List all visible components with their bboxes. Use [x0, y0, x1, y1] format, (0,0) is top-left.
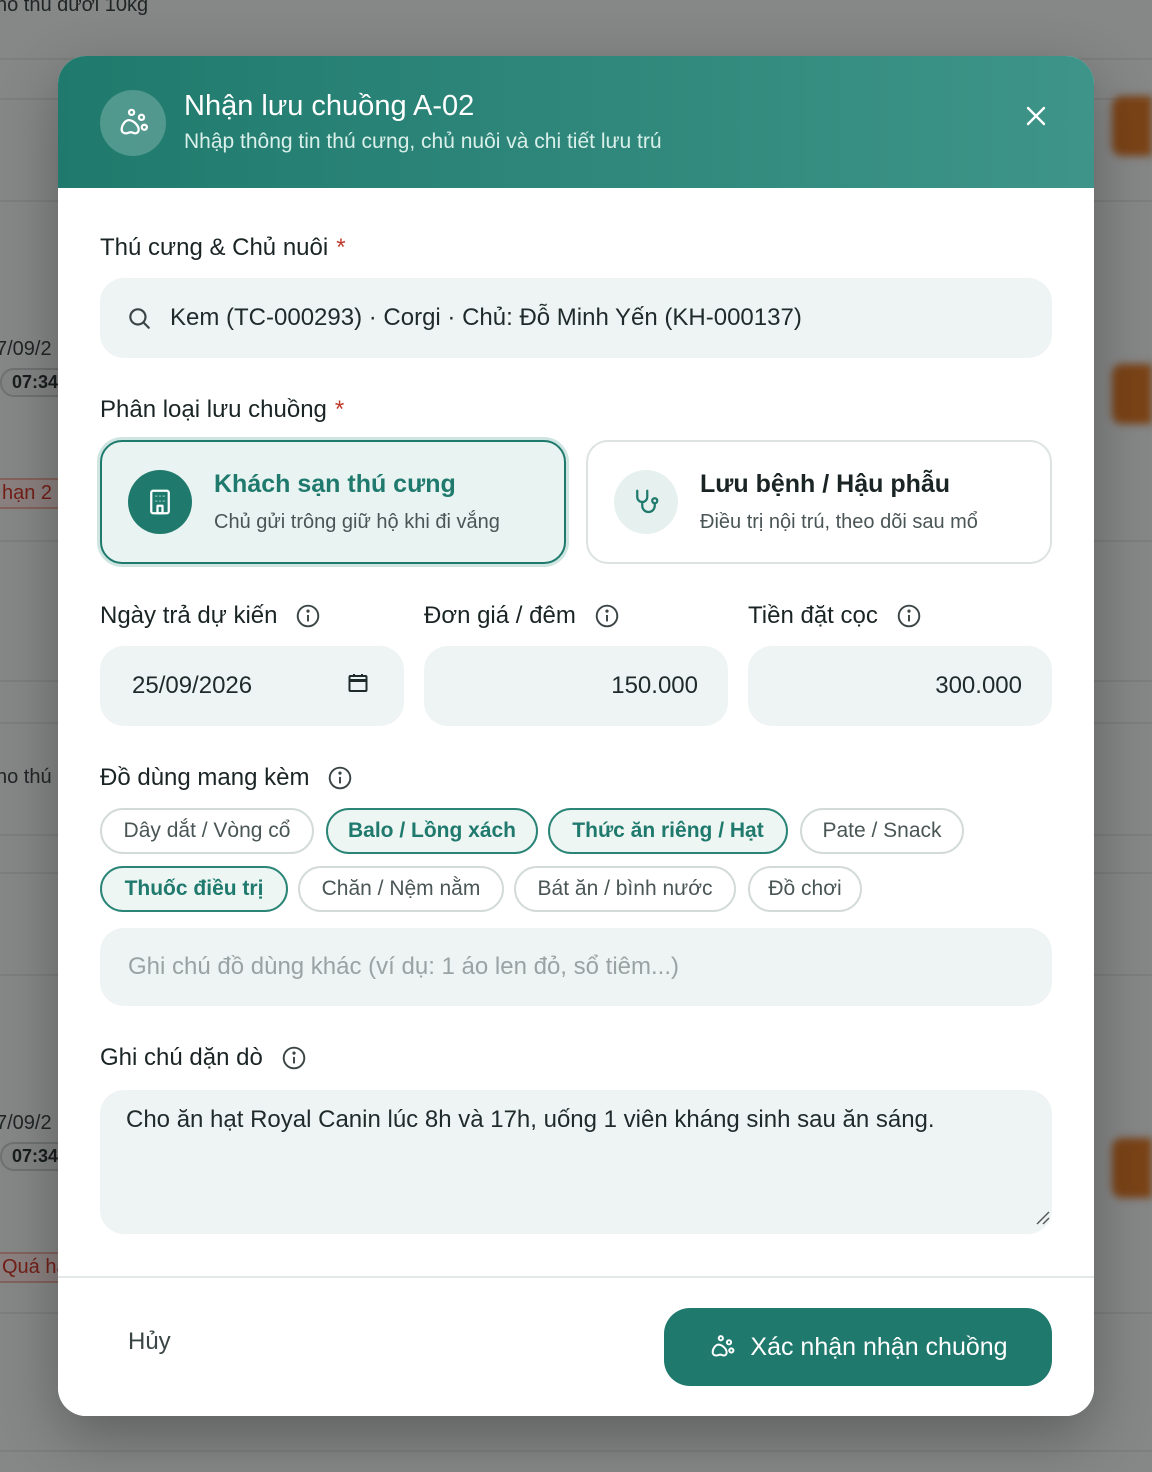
paw-icon [100, 90, 166, 156]
price-label-text: Đơn giá / đêm [424, 602, 576, 629]
boarding-checkin-modal: Nhận lưu chuồng A-02 Nhập thông tin thú … [58, 56, 1094, 1416]
type-option-hospital[interactable]: Lưu bệnh / Hậu phẫu Điều trị nội trú, th… [586, 440, 1052, 564]
boarding-type-label: Phân loại lưu chuồng * [100, 396, 344, 424]
pet-owner-label: Thú cưng & Chủ nuôi * [100, 234, 346, 262]
building-icon [128, 470, 192, 534]
instructions-textarea[interactable]: Cho ăn hạt Royal Canin lúc 8h và 17h, uố… [100, 1090, 1052, 1234]
modal-footer: Hủy Xác nhận nhận chuồng [58, 1276, 1094, 1416]
deposit-value: 300.000 [935, 672, 1022, 699]
type-option-title: Khách sạn thú cưng [214, 470, 456, 498]
confirm-label: Xác nhận nhận chuồng [750, 1332, 1008, 1361]
return-date-label-text: Ngày trả dự kiến [100, 602, 278, 629]
chip-bowl[interactable]: Bát ăn / bình nước [514, 866, 736, 912]
type-option-desc: Điều trị nội trú, theo dõi sau mổ [700, 511, 978, 533]
return-date-label: Ngày trả dự kiến [100, 602, 321, 630]
modal-title: Nhận lưu chuồng A-02 [184, 90, 475, 122]
return-date-input[interactable]: 25/09/2026 [100, 646, 404, 726]
modal-header: Nhận lưu chuồng A-02 Nhập thông tin thú … [58, 56, 1094, 188]
instructions-label-text: Ghi chú dặn dò [100, 1044, 263, 1071]
close-button[interactable] [1018, 98, 1054, 134]
stethoscope-icon [614, 470, 678, 534]
pet-owner-search-input[interactable]: Kem (TC-000293) · Corgi · Chủ: Đỗ Minh Y… [100, 278, 1052, 358]
pet-owner-label-text: Thú cưng & Chủ nuôi [100, 234, 329, 261]
price-value: 150.000 [611, 672, 698, 699]
type-option-desc: Chủ gửi trông giữ hộ khi đi vắng [214, 511, 500, 533]
chip-carrier[interactable]: Balo / Lồng xách [326, 808, 538, 854]
other-belongings-input[interactable]: Ghi chú đồ dùng khác (ví dụ: 1 áo len đỏ… [100, 928, 1052, 1006]
deposit-label-text: Tiền đặt cọc [748, 602, 878, 629]
info-icon[interactable] [327, 765, 353, 791]
info-icon[interactable] [281, 1045, 307, 1071]
info-icon[interactable] [295, 603, 321, 629]
price-input[interactable]: 150.000 [424, 646, 728, 726]
resize-handle-icon[interactable] [1034, 1204, 1050, 1232]
price-label: Đơn giá / đêm [424, 602, 620, 630]
chip-food[interactable]: Thức ăn riêng / Hạt [548, 808, 788, 854]
boarding-type-label-text: Phân loại lưu chuồng [100, 396, 327, 423]
chip-blanket[interactable]: Chăn / Nệm nằm [298, 866, 504, 912]
cancel-button[interactable]: Hủy [128, 1328, 171, 1356]
paw-icon [712, 1335, 735, 1357]
modal-subtitle: Nhập thông tin thú cưng, chủ nuôi và chi… [184, 130, 662, 153]
required-mark: * [334, 396, 345, 423]
close-icon [1026, 106, 1046, 126]
type-option-title: Lưu bệnh / Hậu phẫu [700, 470, 951, 498]
chip-medicine[interactable]: Thuốc điều trị [100, 866, 288, 912]
belongings-label-text: Đồ dùng mang kèm [100, 764, 310, 791]
calendar-icon[interactable] [346, 671, 370, 702]
info-icon[interactable] [896, 603, 922, 629]
return-date-value: 25/09/2026 [132, 672, 253, 699]
belongings-label: Đồ dùng mang kèm [100, 764, 353, 792]
deposit-label: Tiền đặt cọc [748, 602, 922, 630]
chip-leash[interactable]: Dây dắt / Vòng cổ [100, 808, 314, 854]
pet-owner-value: Kem (TC-000293) · Corgi · Chủ: Đỗ Minh Y… [170, 304, 802, 331]
info-icon[interactable] [594, 603, 620, 629]
confirm-checkin-button[interactable]: Xác nhận nhận chuồng [664, 1308, 1052, 1386]
chip-pate-snack[interactable]: Pate / Snack [800, 808, 964, 854]
type-option-pet-hotel[interactable]: Khách sạn thú cưng Chủ gửi trông giữ hộ … [100, 440, 566, 564]
instructions-label: Ghi chú dặn dò [100, 1044, 307, 1072]
search-icon [126, 305, 152, 331]
required-mark: * [336, 234, 346, 261]
deposit-input[interactable]: 300.000 [748, 646, 1052, 726]
instructions-value: Cho ăn hạt Royal Canin lúc 8h và 17h, uố… [126, 1106, 935, 1133]
chip-toy[interactable]: Đồ chơi [748, 866, 862, 912]
